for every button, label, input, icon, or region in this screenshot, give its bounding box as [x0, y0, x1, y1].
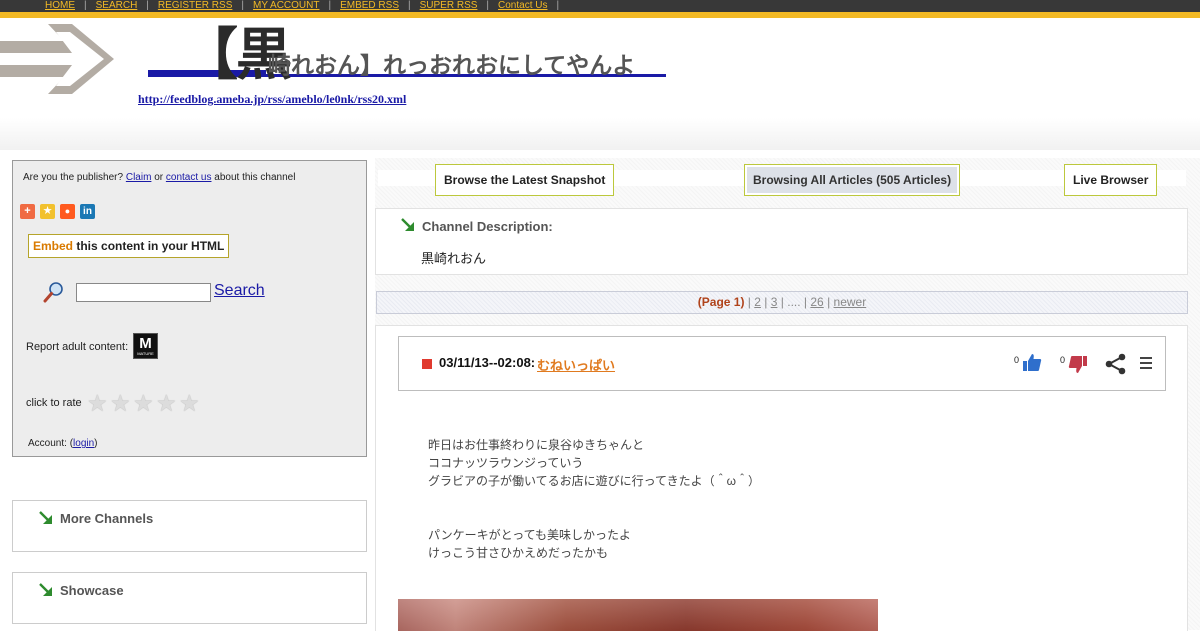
tab-latest-snapshot[interactable]: Browse the Latest Snapshot: [435, 164, 615, 196]
green-arrow-icon: [401, 218, 414, 231]
article-line: ココナッツラウンジっていう: [428, 456, 584, 470]
article-line: グラビアの子が働いてるお店に遊びに行ってきたよ（＾ω＾）: [428, 474, 761, 488]
thumbs-up-icon[interactable]: [1022, 353, 1042, 373]
nav-embed-rss[interactable]: EMBED RSS: [331, 0, 408, 11]
article-card: 03/11/13--02:08: むねいっぱい 0 0 昨日はお仕事終わりに泉谷…: [375, 325, 1188, 631]
magnifier-icon: [43, 282, 63, 303]
login-link[interactable]: login: [73, 438, 94, 449]
page-ellipsis: ....: [787, 295, 801, 309]
claim-row: Are you the publisher? Claim or contact …: [13, 161, 366, 195]
embed-highlight: Embed: [33, 239, 74, 253]
claim-link[interactable]: Claim: [126, 172, 152, 183]
page-link-2[interactable]: 2: [754, 295, 761, 309]
search-input[interactable]: [76, 283, 211, 302]
article-date: 03/11/13--02:08:: [439, 355, 536, 370]
article-line: 昨日はお仕事終わりに泉谷ゆきちゃんと: [428, 438, 645, 452]
menu-icon[interactable]: [1139, 356, 1153, 370]
green-arrow-icon: [39, 583, 52, 596]
rating-row: click to rate ★ ★ ★ ★ ★: [13, 375, 366, 430]
channel-description: Channel Description: 黒崎れおん: [375, 208, 1188, 275]
nav-home[interactable]: HOME: [36, 0, 84, 11]
share-icon[interactable]: [1105, 353, 1127, 375]
description-label: Channel Description:: [422, 219, 553, 234]
adult-report-row: Report adult content: M MATURE: [13, 319, 366, 376]
nav-contact-us[interactable]: Contact Us: [489, 0, 556, 11]
star-icon[interactable]: ★: [179, 390, 202, 417]
feed-url-link[interactable]: http://feedblog.ameba.jp/rss/ameblo/le0n…: [138, 92, 406, 107]
star-icon[interactable]: ★: [133, 390, 156, 417]
pagination: (Page 1) | 2 | 3 | .... | 26 | newer: [376, 291, 1188, 314]
nav-search[interactable]: SEARCH: [87, 0, 147, 11]
channel-title-rest: 崎れおん】れっおれおにしてやんよ: [268, 53, 636, 79]
account-prefix: Account: (: [28, 438, 74, 449]
contact-us-link[interactable]: contact us: [166, 172, 212, 183]
page-current: (Page 1): [697, 295, 745, 309]
linkedin-icon[interactable]: in: [80, 204, 95, 219]
article-line: パンケーキがとっても美味しかったよ: [428, 528, 632, 542]
article-line: けっこう甘さひかえめだったかも: [428, 546, 609, 560]
article-title-link[interactable]: むねいっぱい: [537, 355, 615, 374]
search-row: Search: [13, 263, 366, 320]
showcase-label[interactable]: Showcase: [60, 583, 124, 598]
description-value: 黒崎れおん: [421, 251, 487, 266]
more-channels-label[interactable]: More Channels: [60, 511, 153, 526]
embed-row: Embed this content in your HTML: [13, 230, 366, 264]
page-link-last[interactable]: 26: [810, 295, 823, 309]
article-body: 昨日はお仕事終わりに泉谷ゆきちゃんと ココナッツラウンジっていう グラビアの子が…: [428, 436, 760, 562]
rating-stars: ★ ★ ★ ★ ★: [87, 390, 202, 417]
reddit-icon[interactable]: ●: [60, 204, 75, 219]
sidebar-panel: Are you the publisher? Claim or contact …: [12, 160, 367, 457]
tab-live-browser[interactable]: Live Browser: [1064, 164, 1158, 196]
right-arrow-icon: [0, 24, 114, 94]
adult-label: Report adult content:: [26, 341, 129, 353]
like-count: 0: [1014, 355, 1020, 365]
rate-label: click to rate: [26, 397, 82, 409]
page-newer-link[interactable]: newer: [834, 295, 867, 309]
favorite-star-icon[interactable]: ★: [40, 204, 55, 219]
showcase-box: Showcase: [12, 572, 367, 624]
embed-button[interactable]: Embed this content in your HTML: [28, 234, 230, 258]
channel-header: 【黒 崎れおん】れっおれおにしてやんよ http://feedblog.ameb…: [0, 18, 1200, 150]
star-icon[interactable]: ★: [110, 390, 133, 417]
article-header: 03/11/13--02:08: むねいっぱい 0 0: [398, 336, 1166, 391]
claim-suffix: about this channel: [214, 172, 296, 183]
mature-rating-icon[interactable]: M MATURE: [133, 333, 158, 359]
star-icon[interactable]: ★: [156, 390, 179, 417]
article-bullet-icon: [422, 359, 432, 369]
thumbs-down-icon[interactable]: [1068, 354, 1088, 374]
nav-super-rss[interactable]: SUPER RSS: [411, 0, 487, 11]
star-icon[interactable]: ★: [87, 390, 110, 417]
search-button[interactable]: Search: [214, 282, 265, 300]
page-link-3[interactable]: 3: [771, 295, 778, 309]
tab-all-articles[interactable]: Browsing All Articles (505 Articles): [744, 164, 961, 196]
more-channels-box: More Channels: [12, 500, 367, 552]
article-photo: [398, 599, 878, 631]
account-row: Account: (login): [13, 429, 366, 456]
embed-text: this content in your HTML: [76, 239, 225, 253]
green-arrow-icon: [39, 511, 52, 524]
dislike-count: 0: [1060, 355, 1066, 365]
account-suffix: ): [94, 438, 98, 449]
claim-prefix: Are you the publisher?: [23, 172, 124, 183]
addthis-icon[interactable]: +: [20, 204, 35, 219]
share-row: + ★ ● in: [13, 194, 366, 231]
claim-or: or: [154, 172, 164, 183]
